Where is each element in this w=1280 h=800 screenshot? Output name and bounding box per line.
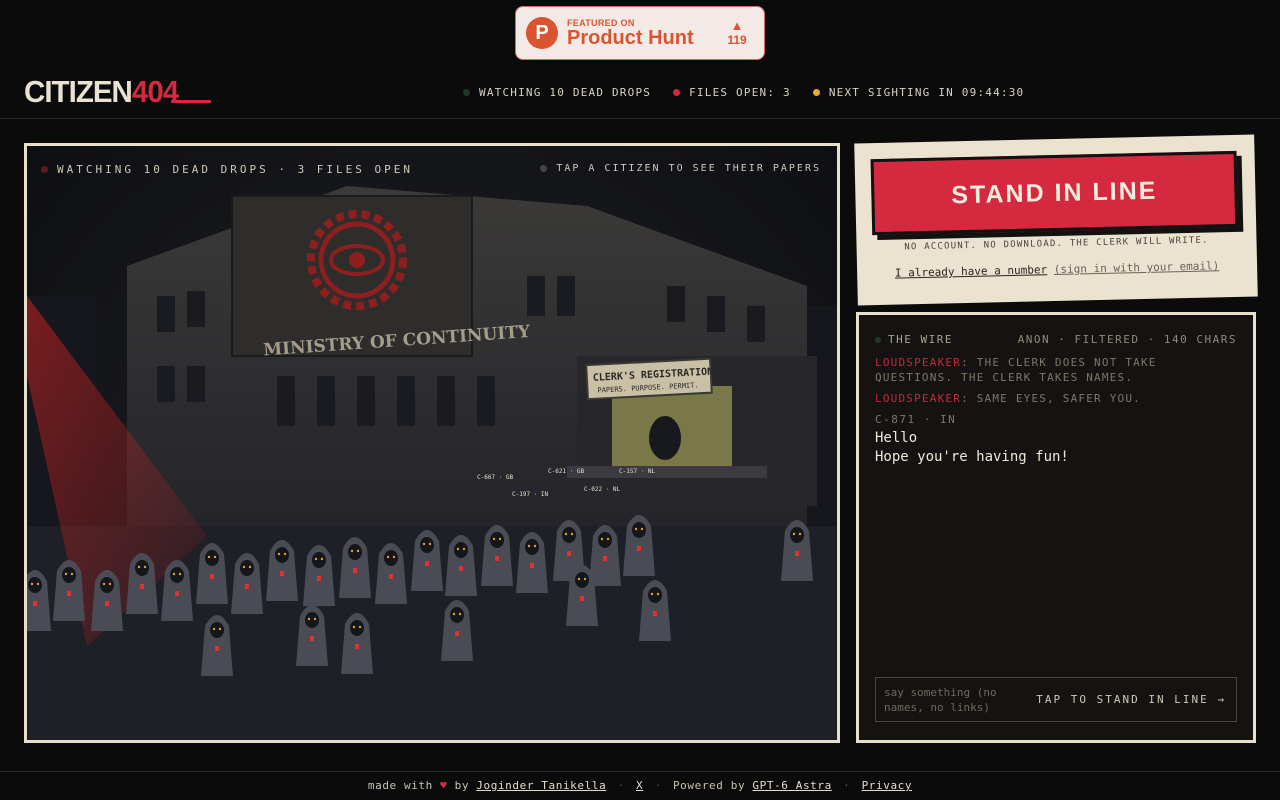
user-citizen-id: C-871 · IN xyxy=(875,413,957,426)
author-link[interactable]: Joginder Tanikella xyxy=(476,779,606,792)
product-hunt-vote-count: 119 xyxy=(727,33,747,47)
engine-link[interactable]: GPT-6 Astra xyxy=(752,779,831,792)
logo-text-citizen: CITIZEN xyxy=(24,74,133,109)
status-watching: WATCHING 10 DEAD DROPS xyxy=(463,86,651,99)
product-hunt-badge[interactable]: P FEATURED ON Product Hunt ▲ 119 xyxy=(515,6,765,60)
watch-dot-icon xyxy=(41,166,48,173)
hint-dot-icon xyxy=(540,165,548,172)
citizen-tag[interactable]: C-157 · NL xyxy=(619,468,656,475)
footer-by: by xyxy=(454,779,470,792)
footer-powered-by: Powered by xyxy=(672,779,746,792)
scene-caption-left: WATCHING 10 DEAD DROPS · 3 FILES OPEN xyxy=(41,163,413,176)
product-hunt-logo-icon: P xyxy=(526,17,558,49)
status-sighting-text: NEXT SIGHTING IN 09:44:30 xyxy=(828,86,1025,99)
message-text: : SAME EYES, SAFER YOU. xyxy=(961,392,1141,405)
wire-message: LOUDSPEAKER: SAME EYES, SAFER YOU. xyxy=(875,391,1237,406)
privacy-link[interactable]: Privacy xyxy=(862,779,913,792)
product-hunt-text: FEATURED ON Product Hunt xyxy=(567,18,694,48)
citizen-tag[interactable]: C-022 · NL xyxy=(584,486,621,493)
citizen-tag[interactable]: C-621 · GB xyxy=(548,468,585,475)
tap-to-stand-in-line-button[interactable]: TAP TO STAND IN LINE → xyxy=(1036,693,1226,706)
header-divider xyxy=(0,118,1280,119)
heart-icon: ♥ xyxy=(440,779,448,792)
wire-meta: ANON · FILTERED · 140 CHARS xyxy=(1017,333,1237,346)
footer-separator: · xyxy=(617,779,625,792)
site-logo[interactable]: CITIZEN404 xyxy=(24,74,179,110)
footer-separator: · xyxy=(654,779,662,792)
status-next-sighting: NEXT SIGHTING IN 09:44:30 xyxy=(812,86,1025,99)
sign-in-link-main[interactable]: I already have a number xyxy=(895,263,1048,279)
status-dot-icon xyxy=(463,89,470,96)
status-files-text: FILES OPEN: 3 xyxy=(689,86,791,99)
header-status-bar: WATCHING 10 DEAD DROPS FILES OPEN: 3 NEX… xyxy=(463,86,1024,99)
wire-dot-icon xyxy=(875,336,881,343)
sign-in-link[interactable]: I already have a number (sign in with yo… xyxy=(857,258,1257,280)
clerk-booth: CLERK'S REGISTRATION PAPERS. PURPOSE. PE… xyxy=(567,356,817,506)
sign-in-link-muted[interactable]: (sign in with your email) xyxy=(1054,259,1220,276)
product-hunt-name: Product Hunt xyxy=(567,27,694,49)
ministry-scene[interactable]: MINISTRY OF CONTINUITY CLERK'S REGISTRAT… xyxy=(24,143,840,743)
wire-title: THE WIRE xyxy=(875,333,953,346)
logo-cursor-underline xyxy=(171,100,211,103)
stand-in-line-button[interactable]: STAND IN LINE xyxy=(870,150,1239,236)
status-files-open: FILES OPEN: 3 xyxy=(673,86,791,99)
footer-separator: · xyxy=(843,779,851,792)
footer-divider xyxy=(0,771,1280,772)
user-message: Hope you're having fun! xyxy=(875,449,1069,465)
scene-caption-right-text: TAP A CITIZEN TO SEE THEIR PAPERS xyxy=(556,163,821,174)
scene-caption-left-text: WATCHING 10 DEAD DROPS · 3 FILES OPEN xyxy=(57,163,414,176)
wire-panel: THE WIRE ANON · FILTERED · 140 CHARS LOU… xyxy=(856,312,1256,743)
stand-in-line-card: STAND IN LINE NO ACCOUNT. NO DOWNLOAD. T… xyxy=(854,134,1258,306)
x-link[interactable]: X xyxy=(636,779,643,792)
status-dot-icon xyxy=(673,89,681,96)
scene-illustration: MINISTRY OF CONTINUITY CLERK'S REGISTRAT… xyxy=(27,186,837,740)
message-author: LOUDSPEAKER xyxy=(875,392,962,405)
logo-text-404: 404 xyxy=(131,74,179,109)
card-subtext: NO ACCOUNT. NO DOWNLOAD. THE CLERK WILL … xyxy=(904,235,1209,253)
status-watching-text: WATCHING 10 DEAD DROPS xyxy=(479,86,652,99)
citizen-tag[interactable]: C-667 · GB xyxy=(477,474,514,481)
footer: made with ♥ by Joginder Tanikella · X · … xyxy=(0,779,1280,792)
message-author: LOUDSPEAKER xyxy=(875,356,962,369)
status-dot-icon xyxy=(812,89,820,96)
wire-input-box[interactable]: say something (no names, no links) TAP T… xyxy=(875,677,1237,722)
footer-made-with: made with xyxy=(367,779,433,792)
citizen-tag[interactable]: C-197 · IN xyxy=(512,491,549,498)
wire-message: LOUDSPEAKER: THE CLERK DOES NOT TAKE QUE… xyxy=(875,355,1237,385)
wire-input-placeholder[interactable]: say something (no names, no links) xyxy=(884,685,1014,715)
wire-title-text: THE WIRE xyxy=(888,333,953,346)
user-message: Hello xyxy=(875,430,918,446)
scene-caption-right: TAP A CITIZEN TO SEE THEIR PAPERS xyxy=(540,163,821,174)
upvote-triangle-icon: ▲ xyxy=(730,18,744,33)
product-hunt-votes: ▲ 119 xyxy=(720,18,754,48)
wire-header: THE WIRE ANON · FILTERED · 140 CHARS xyxy=(875,333,1237,346)
